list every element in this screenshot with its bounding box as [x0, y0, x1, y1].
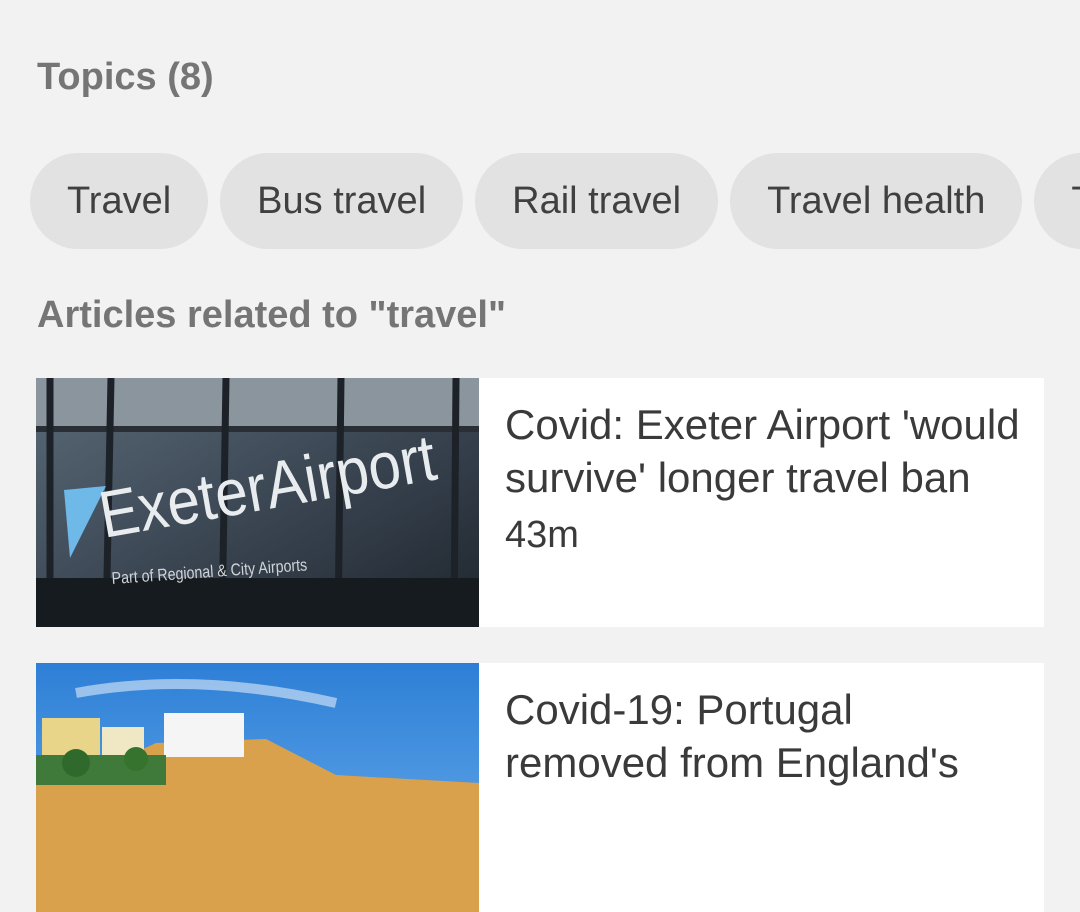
articles-heading: Articles related to "travel"	[37, 294, 506, 336]
topic-chip-travel[interactable]: Travel	[30, 153, 209, 249]
article-thumbnail-airport: ExeterAirport Part of Regional & City Ai…	[36, 378, 479, 627]
article-headline: Covid: Exeter Airport 'would survive' lo…	[505, 401, 1020, 501]
article-headline: Covid-19: Portugal removed from England'…	[505, 686, 959, 786]
topic-chip-rail-travel[interactable]: Rail travel	[475, 153, 719, 249]
article-timestamp: 43m	[505, 514, 579, 556]
article-card[interactable]: ExeterAirport Part of Regional & City Ai…	[36, 378, 1044, 627]
topics-heading: Topics (8)	[37, 56, 214, 98]
article-thumbnail-coast	[36, 663, 479, 912]
article-card[interactable]: Covid-19: Portugal removed from England'…	[36, 663, 1044, 912]
topics-chip-row: Travel Bus travel Rail travel Travel health…	[30, 153, 1080, 249]
topic-chip-travel-health[interactable]: Travel health	[730, 153, 1023, 249]
topic-chip-partial[interactable]: T	[1034, 153, 1080, 249]
topic-chip-bus-travel[interactable]: Bus travel	[220, 153, 464, 249]
